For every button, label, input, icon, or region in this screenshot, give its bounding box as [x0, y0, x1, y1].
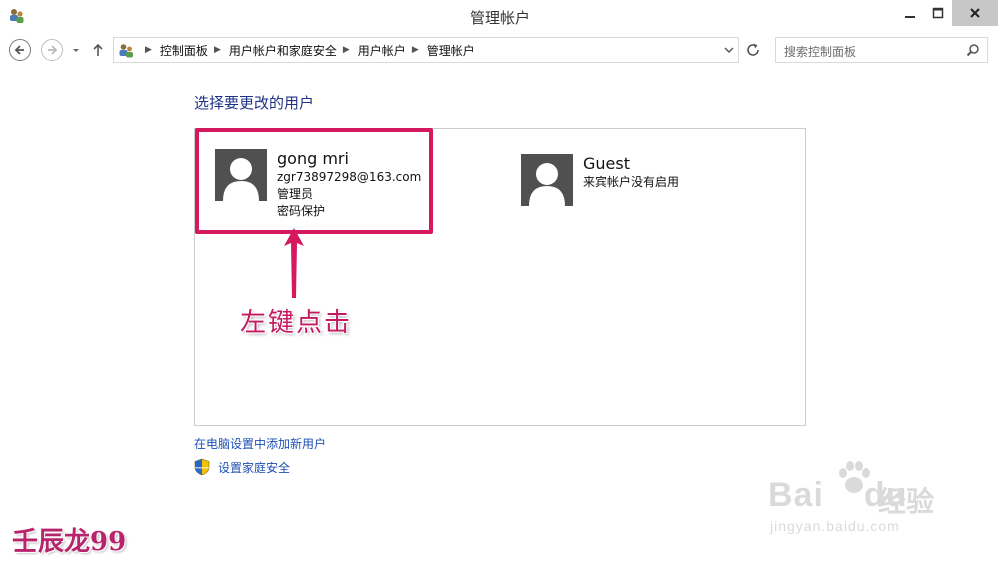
shield-icon	[194, 458, 210, 476]
title-bar: 管理帐户	[0, 0, 1000, 32]
back-button[interactable]	[9, 39, 31, 61]
user-info: Guest 来宾帐户没有启用	[583, 154, 679, 206]
recent-pages-chevron-down-icon[interactable]	[71, 44, 81, 56]
search-placeholder: 搜索控制面板	[784, 45, 857, 59]
close-icon	[970, 8, 980, 18]
back-arrow-icon	[14, 45, 24, 55]
user-status: 来宾帐户没有启用	[583, 175, 680, 189]
breadcrumb-item-control-panel[interactable]: 控制面板	[160, 42, 208, 59]
annotation-highlight-box	[195, 128, 433, 234]
chevron-right-icon[interactable]: ▶	[214, 45, 221, 55]
user-card-guest[interactable]: Guest 来宾帐户没有启用	[521, 154, 679, 206]
watermark-cn: 经验	[878, 485, 935, 518]
annotation-text: 左键点击	[240, 308, 353, 338]
breadcrumb-item-user-accounts[interactable]: 用户帐户	[358, 42, 406, 59]
search-icon[interactable]	[966, 43, 980, 57]
search-input[interactable]: 搜索控制面板	[775, 37, 988, 63]
family-safety-row[interactable]: 设置家庭安全	[194, 458, 290, 476]
breadcrumb-item-manage-accounts[interactable]: 管理帐户	[427, 42, 475, 59]
user-name: Guest	[583, 154, 630, 173]
baidu-jingyan-watermark: Bai du 经验 jingyan.baidu.com	[760, 458, 950, 538]
address-history-chevron-down-icon[interactable]	[724, 45, 734, 55]
navigation-bar: ▶ 控制面板 ▶ 用户帐户和家庭安全 ▶ 用户帐户 ▶ 管理帐户 搜索控制面板	[0, 36, 1000, 66]
window-title: 管理帐户	[469, 9, 530, 27]
close-button[interactable]	[952, 0, 998, 26]
control-panel-icon	[119, 43, 133, 57]
add-new-user-link[interactable]: 在电脑设置中添加新用户	[194, 435, 326, 452]
breadcrumb-item-user-accounts-family[interactable]: 用户帐户和家庭安全	[229, 42, 337, 59]
family-safety-link[interactable]: 设置家庭安全	[218, 459, 290, 476]
up-arrow-icon[interactable]	[91, 42, 105, 58]
forward-arrow-icon	[48, 45, 58, 55]
forward-button[interactable]	[41, 39, 63, 61]
maximize-icon	[932, 7, 944, 19]
author-signature: 壬辰龙99	[12, 527, 127, 557]
minimize-button[interactable]	[896, 0, 924, 26]
address-bar[interactable]: ▶ 控制面板 ▶ 用户帐户和家庭安全 ▶ 用户帐户 ▶ 管理帐户	[113, 37, 739, 63]
avatar	[521, 154, 573, 206]
user-silhouette-icon	[529, 163, 565, 206]
annotation-arrow-up-icon	[284, 228, 304, 298]
page-heading: 选择要更改的用户	[194, 94, 315, 112]
watermark-url: jingyan.baidu.com	[770, 518, 900, 534]
refresh-icon[interactable]	[743, 40, 763, 60]
chevron-right-icon[interactable]: ▶	[412, 45, 419, 55]
chevron-right-icon[interactable]: ▶	[145, 45, 152, 55]
maximize-button[interactable]	[924, 0, 952, 26]
chevron-right-icon[interactable]: ▶	[343, 45, 350, 55]
minimize-icon	[905, 16, 915, 18]
